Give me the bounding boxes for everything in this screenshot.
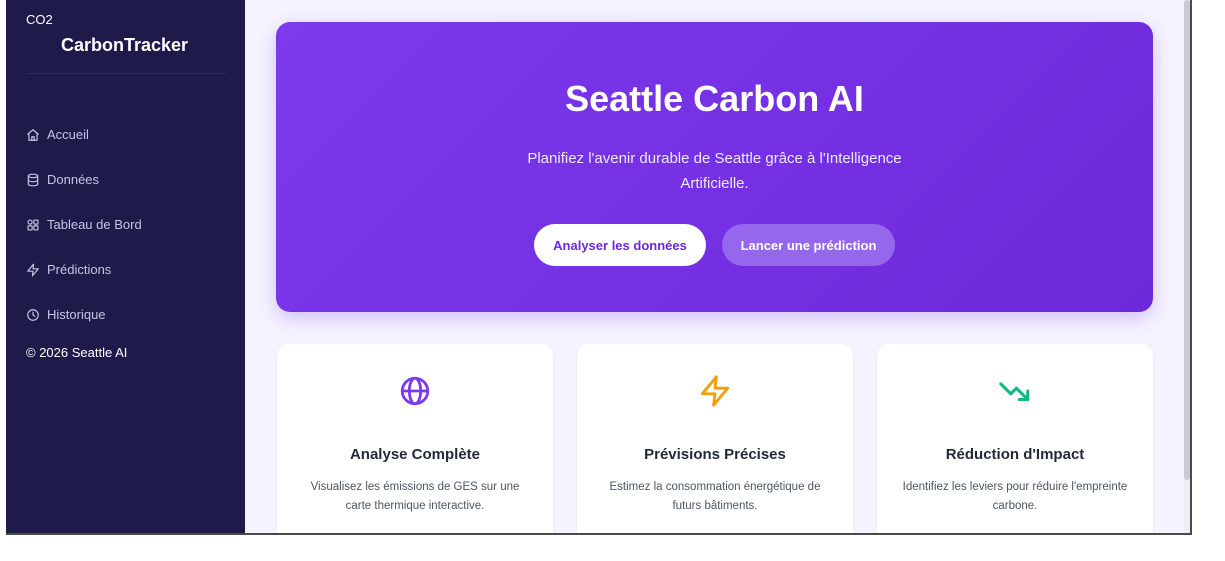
grid-icon: [26, 218, 40, 232]
sidebar-item-accueil[interactable]: Accueil: [26, 112, 142, 157]
brand-name[interactable]: CarbonTracker: [61, 35, 188, 56]
trending-down-icon: [877, 374, 1153, 408]
feature-card-forecast: Prévisions Précises Estimez la consommat…: [577, 344, 853, 533]
feature-description: Visualisez les émissions de GES sur une …: [310, 481, 520, 512]
feature-card-analysis: Analyse Complète Visualisez les émission…: [277, 344, 553, 533]
sidebar-item-label: Prédictions: [47, 262, 112, 277]
hero-actions: Analyser les données Lancer une prédicti…: [276, 224, 1153, 266]
feature-title: Prévisions Précises: [644, 446, 786, 463]
app-window: CO2 CarbonTracker Accueil Données Tablea…: [6, 0, 1192, 535]
hero-banner: Seattle Carbon AI Planifiez l'avenir dur…: [276, 22, 1153, 312]
sidebar: CO2 CarbonTracker Accueil Données Tablea…: [6, 0, 245, 533]
launch-prediction-button[interactable]: Lancer une prédiction: [722, 224, 895, 266]
sidebar-item-historique[interactable]: Historique: [26, 292, 142, 337]
globe-icon: [277, 374, 553, 408]
feature-title: Réduction d'Impact: [945, 446, 1085, 463]
feature-card-impact: Réduction d'Impact Identifiez les levier…: [877, 344, 1153, 533]
scrollbar-track[interactable]: [1184, 0, 1190, 533]
sidebar-item-label: Données: [47, 172, 100, 187]
database-icon: [26, 173, 40, 187]
feature-description: Estimez la consommation énergétique de f…: [609, 481, 821, 512]
feature-title: Analyse Complète: [349, 446, 481, 463]
hero-title: Seattle Carbon AI: [565, 78, 864, 119]
brand-divider: [26, 73, 226, 74]
sidebar-item-tableau-de-bord[interactable]: Tableau de Bord: [26, 202, 142, 247]
scrollbar-thumb[interactable]: [1184, 0, 1190, 480]
sidebar-item-label: Tableau de Bord: [47, 217, 142, 232]
sidebar-item-donnees[interactable]: Données: [26, 157, 142, 202]
sidebar-item-predictions[interactable]: Prédictions: [26, 247, 142, 292]
zap-icon: [577, 374, 853, 408]
clock-icon: [26, 308, 40, 322]
zap-icon: [26, 263, 40, 277]
main-content: Seattle Carbon AI Planifiez l'avenir dur…: [245, 0, 1190, 533]
sidebar-nav: Accueil Données Tableau de Bord Prédicti…: [26, 112, 142, 337]
home-icon: [26, 128, 40, 142]
brand-tag: CO2: [26, 12, 53, 27]
sidebar-item-label: Historique: [47, 307, 106, 322]
hero-subtitle: Planifiez l'avenir durable de Seattle gr…: [527, 150, 902, 192]
analyze-data-button[interactable]: Analyser les données: [534, 224, 706, 266]
sidebar-item-label: Accueil: [47, 127, 89, 142]
sidebar-footer: © 2026 Seattle AI: [26, 345, 128, 360]
feature-description: Identifiez les leviers pour réduire l'em…: [902, 481, 1128, 512]
